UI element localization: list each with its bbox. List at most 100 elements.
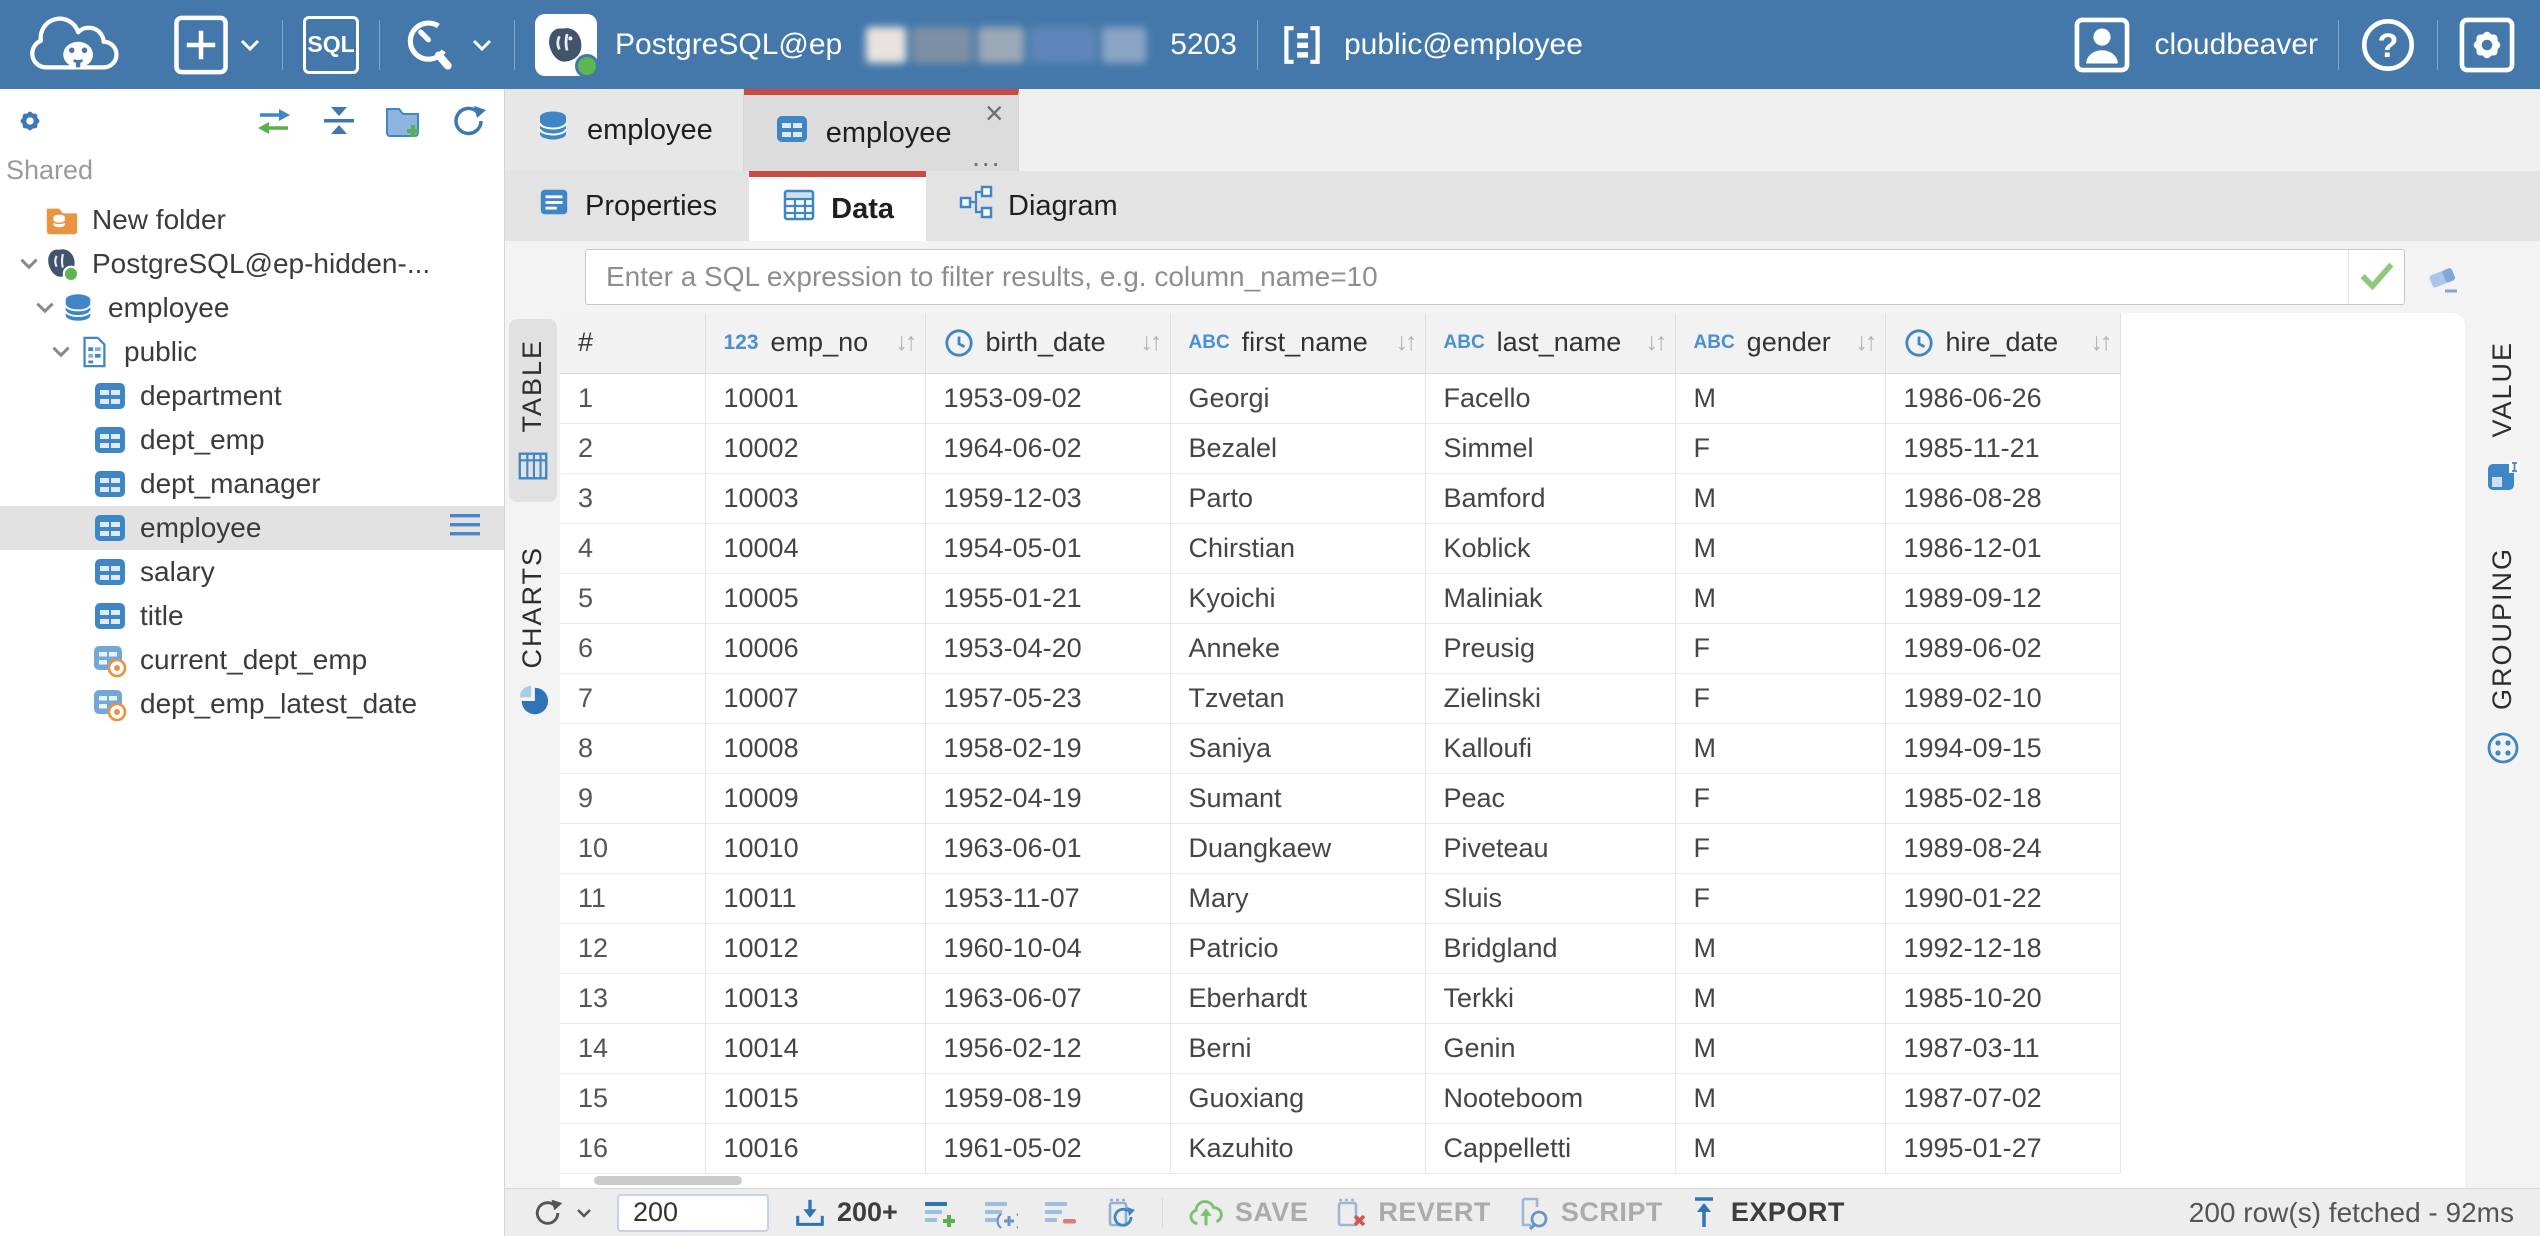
row-number-cell[interactable]: 4: [560, 523, 705, 573]
panel-tab-value[interactable]: VALUE: [2485, 341, 2521, 499]
fetch-size-input[interactable]: [617, 1194, 769, 1232]
row-menu-icon[interactable]: [448, 512, 482, 545]
tab-diagram[interactable]: Diagram: [926, 171, 1150, 241]
grid-cell[interactable]: Sluis: [1425, 873, 1675, 923]
grid-cell[interactable]: Duangkaew: [1170, 823, 1425, 873]
grid-cell[interactable]: Koblick: [1425, 523, 1675, 573]
schema-selector[interactable]: public@employee: [1278, 21, 1583, 69]
grid-cell[interactable]: Genin: [1425, 1023, 1675, 1073]
grid-cell[interactable]: 10012: [705, 923, 925, 973]
grid-cell[interactable]: M: [1675, 1073, 1885, 1123]
column-header-birth_date[interactable]: birth_date↓↑: [925, 313, 1170, 373]
grid-cell[interactable]: 1960-10-04: [925, 923, 1170, 973]
grid-cell[interactable]: 1959-12-03: [925, 473, 1170, 523]
grid-cell[interactable]: 10001: [705, 373, 925, 423]
delete-row-button[interactable]: [1042, 1195, 1078, 1231]
refresh-results-button[interactable]: [531, 1196, 593, 1230]
grid-cell[interactable]: Preusig: [1425, 623, 1675, 673]
row-number-cell[interactable]: 15: [560, 1073, 705, 1123]
grid-cell[interactable]: M: [1675, 973, 1885, 1023]
grid-cell[interactable]: M: [1675, 573, 1885, 623]
tree-item-new-folder[interactable]: New folder: [0, 198, 504, 242]
editor-tab-employee-table[interactable]: employee × ...: [744, 89, 1019, 171]
column-header-gender[interactable]: ABCgender↓↑: [1675, 313, 1885, 373]
grid-cell[interactable]: M: [1675, 523, 1885, 573]
grid-cell[interactable]: 1989-08-24: [1885, 823, 2120, 873]
row-number-cell[interactable]: 2: [560, 423, 705, 473]
grid-cell[interactable]: Sumant: [1170, 773, 1425, 823]
row-number-cell[interactable]: 14: [560, 1023, 705, 1073]
sort-icon[interactable]: ↓↑: [1396, 328, 1415, 357]
column-header-last_name[interactable]: ABClast_name↓↑: [1425, 313, 1675, 373]
presentation-tab-table[interactable]: TABLE: [509, 319, 557, 502]
grid-cell[interactable]: Terkki: [1425, 973, 1675, 1023]
grid-cell[interactable]: 1958-02-19: [925, 723, 1170, 773]
refresh-icon[interactable]: [450, 103, 488, 144]
apply-filter-button[interactable]: [2348, 250, 2404, 304]
grid-cell[interactable]: 1953-11-07: [925, 873, 1170, 923]
tab-properties[interactable]: Properties: [505, 171, 749, 241]
grid-cell[interactable]: F: [1675, 623, 1885, 673]
grid-cell[interactable]: Simmel: [1425, 423, 1675, 473]
chevron-down-icon[interactable]: [46, 342, 76, 362]
grid-cell[interactable]: Saniya: [1170, 723, 1425, 773]
close-tab-icon[interactable]: ×: [985, 97, 1004, 129]
grid-cell[interactable]: 1959-08-19: [925, 1073, 1170, 1123]
row-number-cell[interactable]: 6: [560, 623, 705, 673]
apply-changes-button[interactable]: [1102, 1195, 1138, 1231]
grid-cell[interactable]: 1956-02-12: [925, 1023, 1170, 1073]
clear-filter-button[interactable]: [2415, 249, 2475, 305]
grid-cell[interactable]: Kalloufi: [1425, 723, 1675, 773]
column-header-hire_date[interactable]: hire_date↓↑: [1885, 313, 2120, 373]
grid-cell[interactable]: 1987-03-11: [1885, 1023, 2120, 1073]
grid-cell[interactable]: F: [1675, 423, 1885, 473]
grid-cell[interactable]: 1989-02-10: [1885, 673, 2120, 723]
sort-icon[interactable]: ↓↑: [1856, 328, 1875, 357]
export-button[interactable]: EXPORT: [1687, 1195, 1845, 1231]
grid-cell[interactable]: 1986-12-01: [1885, 523, 2120, 573]
grid-cell[interactable]: 1954-05-01: [925, 523, 1170, 573]
tree-item-salary[interactable]: salary: [0, 550, 504, 594]
sort-icon[interactable]: ↓↑: [1646, 328, 1665, 357]
grid-cell[interactable]: Bamford: [1425, 473, 1675, 523]
new-connection-button[interactable]: [172, 14, 262, 76]
grid-cell[interactable]: Georgi: [1170, 373, 1425, 423]
grid-cell[interactable]: 1987-07-02: [1885, 1073, 2120, 1123]
grid-cell[interactable]: 1994-09-15: [1885, 723, 2120, 773]
tree-item-postgresql-ep-hidden[interactable]: PostgreSQL@ep-hidden-...: [0, 242, 504, 286]
row-number-cell[interactable]: 12: [560, 923, 705, 973]
panel-tab-grouping[interactable]: GROUPING: [2485, 547, 2521, 771]
grid-cell[interactable]: 1963-06-01: [925, 823, 1170, 873]
grid-cell[interactable]: F: [1675, 673, 1885, 723]
new-folder-icon[interactable]: [384, 103, 424, 144]
grid-cell[interactable]: 1985-11-21: [1885, 423, 2120, 473]
duplicate-row-button[interactable]: [982, 1195, 1018, 1231]
grid-cell[interactable]: Patricio: [1170, 923, 1425, 973]
grid-cell[interactable]: 10003: [705, 473, 925, 523]
presentation-tab-charts[interactable]: CHARTS: [509, 526, 557, 738]
settings-gear-icon[interactable]: [12, 103, 48, 144]
tree-item-public[interactable]: public: [0, 330, 504, 374]
grid-cell[interactable]: Mary: [1170, 873, 1425, 923]
grid-cell[interactable]: M: [1675, 1023, 1885, 1073]
grid-cell[interactable]: 1985-10-20: [1885, 973, 2120, 1023]
grid-cell[interactable]: Guoxiang: [1170, 1073, 1425, 1123]
script-button[interactable]: SCRIPT: [1515, 1195, 1663, 1231]
grid-cell[interactable]: Eberhardt: [1170, 973, 1425, 1023]
chevron-down-icon[interactable]: [14, 254, 44, 274]
horizontal-scrollbar[interactable]: [594, 1176, 742, 1185]
grid-cell[interactable]: F: [1675, 773, 1885, 823]
grid-cell[interactable]: Piveteau: [1425, 823, 1675, 873]
save-button[interactable]: SAVE: [1187, 1196, 1309, 1230]
add-row-button[interactable]: [922, 1195, 958, 1231]
grid-cell[interactable]: M: [1675, 1123, 1885, 1173]
grid-cell[interactable]: 1955-01-21: [925, 573, 1170, 623]
grid-cell[interactable]: 10016: [705, 1123, 925, 1173]
grid-cell[interactable]: Cappelletti: [1425, 1123, 1675, 1173]
row-number-cell[interactable]: 16: [560, 1123, 705, 1173]
fetch-more-button[interactable]: 200+: [793, 1196, 898, 1230]
grid-cell[interactable]: 1963-06-07: [925, 973, 1170, 1023]
grid-cell[interactable]: Kyoichi: [1170, 573, 1425, 623]
tree-item-dept-manager[interactable]: dept_manager: [0, 462, 504, 506]
grid-cell[interactable]: Berni: [1170, 1023, 1425, 1073]
